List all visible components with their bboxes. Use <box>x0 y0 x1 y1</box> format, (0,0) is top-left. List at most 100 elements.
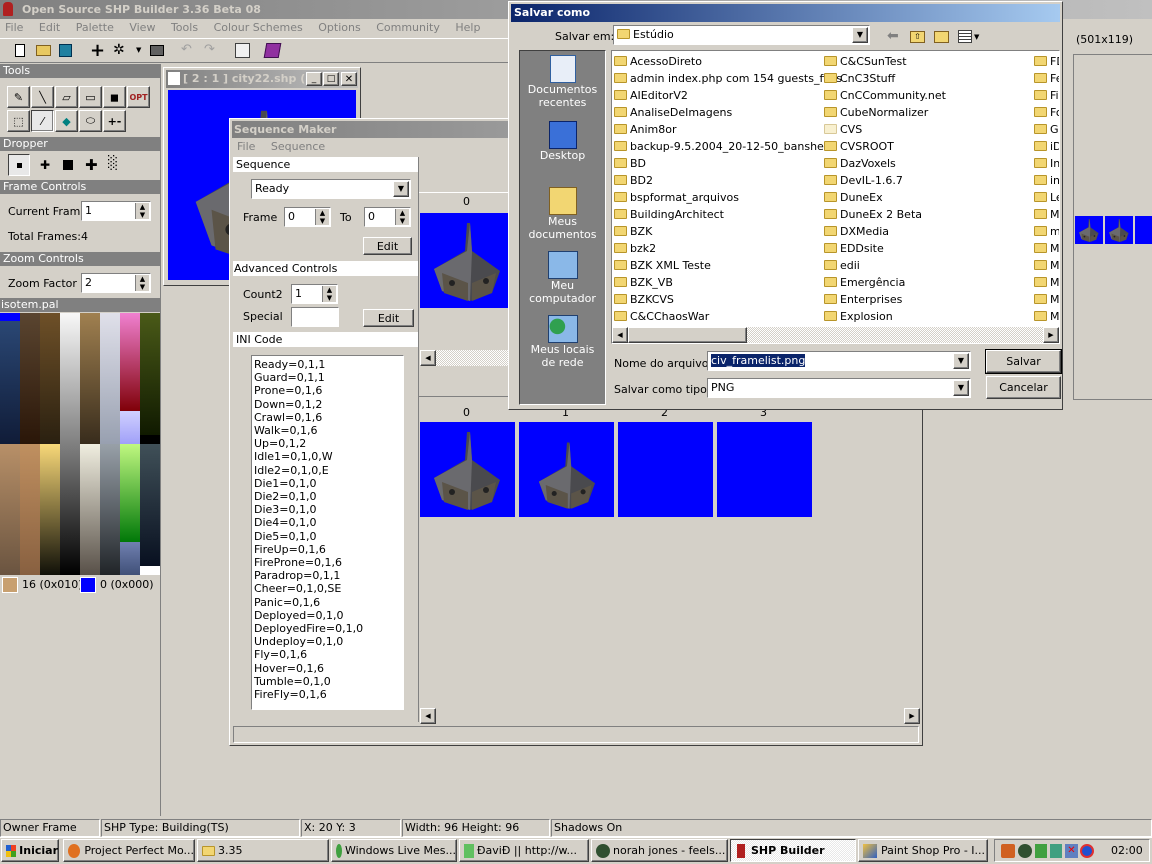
folder-item[interactable]: backup-9.5.2004_20-12-50_banshee <box>614 138 842 155</box>
spinner-icon[interactable]: ▲ ▼ <box>135 275 149 291</box>
frame-2[interactable] <box>618 422 713 517</box>
folder-item[interactable]: AnaliseDeImagens <box>614 104 842 121</box>
folder-item[interactable]: CnCCommunity.net <box>824 87 946 104</box>
spinner-icon[interactable]: ▲ ▼ <box>395 209 409 225</box>
place-desktop[interactable]: Desktop <box>520 121 605 162</box>
media-tray-icon[interactable] <box>1018 844 1032 858</box>
folder-item[interactable]: admin index.php com 154 guests_files <box>614 70 842 87</box>
frame-1[interactable] <box>519 422 614 517</box>
open-icon[interactable] <box>36 45 51 56</box>
folder-item[interactable]: M <box>1034 240 1059 257</box>
network-tray-icon[interactable] <box>1050 844 1062 858</box>
palette-grid[interactable] <box>0 313 160 575</box>
dropdown-arrow-icon[interactable]: ▼ <box>953 353 969 369</box>
taskbar-chat[interactable]: ĐaviĐ || http://w... <box>459 839 589 862</box>
folder-item[interactable]: BZK <box>614 223 842 240</box>
folder-item[interactable]: DevIL-1.6.7 <box>824 172 946 189</box>
folder-item[interactable]: DXMedia <box>824 223 946 240</box>
java-tray-icon[interactable] <box>1001 844 1015 858</box>
place-network[interactable]: Meus locais de rede <box>520 315 605 369</box>
scroll-left-arrow[interactable]: ◀ <box>612 327 628 343</box>
view-menu-arrow[interactable]: ▼ <box>974 33 979 41</box>
count2-input[interactable]: 1 ▲ ▼ <box>291 284 338 304</box>
menu-view[interactable]: View <box>129 21 155 34</box>
taskbar-media[interactable]: norah jones - feels... <box>591 839 728 862</box>
sequence-select[interactable]: Ready ▼ <box>251 179 411 199</box>
folder-item[interactable]: Explosion <box>824 308 946 325</box>
messenger-tray-icon[interactable] <box>1035 844 1047 858</box>
place-my-documents[interactable]: Meus documentos <box>520 187 605 241</box>
folder-item[interactable]: M <box>1034 206 1059 223</box>
folder-item[interactable]: CubeNormalizer <box>824 104 946 121</box>
fill-tool[interactable]: ◆ <box>55 110 78 132</box>
seq-menu-file[interactable]: File <box>237 140 255 153</box>
spinner-icon[interactable]: ▲ ▼ <box>322 286 336 302</box>
dropdown-arrow-icon[interactable]: ▼ <box>393 181 409 197</box>
folder-item[interactable]: bspformat_arquivos <box>614 189 842 206</box>
folder-item[interactable]: Fi <box>1034 87 1059 104</box>
folder-item[interactable]: M <box>1034 308 1059 325</box>
folder-item[interactable]: BZKCVS <box>614 291 842 308</box>
filename-input[interactable]: civ_framelist.png ▼ <box>707 351 971 371</box>
folder-item[interactable]: G <box>1034 121 1059 138</box>
save-icon[interactable] <box>59 44 72 57</box>
preview-icon[interactable] <box>150 45 164 56</box>
folder-item[interactable]: m <box>1034 223 1059 240</box>
taskbar-shp-builder[interactable]: SHP Builder <box>730 839 856 862</box>
zoom-factor-input[interactable]: 2 ▲ ▼ <box>81 273 151 293</box>
file-list-horizontal-scrollbar[interactable]: ◀ ▶ <box>612 327 1059 343</box>
folder-item[interactable]: Le <box>1034 189 1059 206</box>
scroll-left-arrow[interactable]: ◀ <box>420 350 436 366</box>
scroll-right-arrow[interactable]: ▶ <box>1043 327 1059 343</box>
menu-palette[interactable]: Palette <box>76 21 114 34</box>
folder-item[interactable]: C&CChaosWar <box>614 308 842 325</box>
place-my-computer[interactable]: Meu computador <box>520 251 605 305</box>
add-icon[interactable]: + <box>90 40 105 61</box>
preview-scrollbar[interactable]: ◀ <box>420 350 515 366</box>
cancel-button[interactable]: Cancelar <box>986 376 1061 399</box>
folder-item[interactable]: BuildingArchitect <box>614 206 842 223</box>
menu-colour-schemes[interactable]: Colour Schemes <box>214 21 303 34</box>
brush-size-1[interactable] <box>8 154 30 176</box>
file-list[interactable]: AcessoDireto admin index.php com 154 gues… <box>611 50 1060 344</box>
undo-icon[interactable]: ↶ <box>181 42 192 57</box>
frame-0[interactable] <box>420 422 515 517</box>
folder-item[interactable]: AcessoDireto <box>614 53 842 70</box>
dropdown-arrow-icon[interactable]: ▼ <box>852 27 868 43</box>
secondary-colour-swatch[interactable] <box>80 577 96 593</box>
menu-edit[interactable]: Edit <box>39 21 60 34</box>
folder-item[interactable]: BZK XML Teste <box>614 257 842 274</box>
taskbar-firefox[interactable]: Project Perfect Mo... <box>63 839 195 862</box>
dropdown-arrow-icon[interactable]: ▼ <box>136 46 141 54</box>
rectangle-tool[interactable]: ▭ <box>79 86 102 108</box>
folder-item[interactable]: FD <box>1034 53 1059 70</box>
folder-item[interactable]: Anim8or <box>614 121 842 138</box>
properties-icon[interactable] <box>235 43 250 58</box>
folder-item[interactable]: Fe <box>1034 70 1059 87</box>
taskbar-messenger[interactable]: Windows Live Mes... <box>331 839 457 862</box>
folder-item[interactable]: CVSROOT <box>824 138 946 155</box>
menu-tools[interactable]: Tools <box>171 21 198 34</box>
seq-menu-sequence[interactable]: Sequence <box>271 140 325 153</box>
folder-item[interactable]: in <box>1034 172 1059 189</box>
menu-help[interactable]: Help <box>455 21 480 34</box>
scroll-right-arrow[interactable]: ▶ <box>904 708 920 724</box>
folder-item[interactable]: EDDsite <box>824 240 946 257</box>
save-in-select[interactable]: Estúdio ▼ <box>613 25 870 45</box>
folder-item[interactable]: In <box>1034 155 1059 172</box>
brightness-tool[interactable]: +- <box>103 110 126 132</box>
minimize-button[interactable]: _ <box>306 72 322 86</box>
preview-frame-0[interactable] <box>420 213 515 308</box>
advanced-edit-button[interactable]: Edit <box>363 309 414 327</box>
folder-item[interactable]: Emergência <box>824 274 946 291</box>
folder-item[interactable]: AIEditorV2 <box>614 87 842 104</box>
dropper-tool[interactable]: ⁄ <box>31 110 54 132</box>
grid-icon[interactable]: ✲ <box>113 42 125 58</box>
folder-item[interactable]: Enterprises <box>824 291 946 308</box>
folder-item[interactable]: M <box>1034 274 1059 291</box>
redo-icon[interactable]: ↷ <box>204 42 215 57</box>
options-tool[interactable]: OPT <box>127 86 150 108</box>
update-tray-icon[interactable] <box>1080 844 1094 858</box>
folder-item[interactable]: CnC3Stuff <box>824 70 946 87</box>
help-book-icon[interactable] <box>263 43 282 58</box>
